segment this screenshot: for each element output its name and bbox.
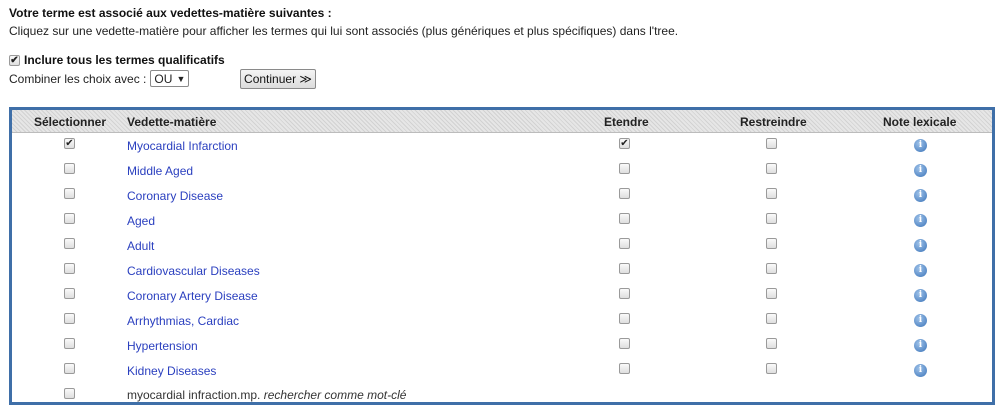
expand-checkbox[interactable] xyxy=(619,288,630,299)
expand-checkbox[interactable] xyxy=(619,163,630,174)
table-row: Myocardial Infarction i xyxy=(12,134,992,159)
table-row: Coronary Disease i xyxy=(12,184,992,209)
table-row: Middle Aged i xyxy=(12,159,992,184)
select-checkbox[interactable] xyxy=(64,138,75,149)
select-checkbox[interactable] xyxy=(64,188,75,199)
info-icon[interactable]: i xyxy=(914,264,927,277)
subject-heading-link[interactable]: Aged xyxy=(127,214,155,228)
chevron-down-icon: ▼ xyxy=(176,73,186,84)
restrict-checkbox[interactable] xyxy=(766,163,777,174)
info-icon[interactable]: i xyxy=(914,339,927,352)
column-header-select: Sélectionner xyxy=(34,115,107,129)
info-icon[interactable]: i xyxy=(914,189,927,202)
info-icon[interactable]: i xyxy=(914,364,927,377)
column-header-expand: Etendre xyxy=(604,115,649,129)
select-checkbox[interactable] xyxy=(64,263,75,274)
combine-label: Combiner les choix avec : xyxy=(9,71,147,86)
subject-heading-link[interactable]: Hypertension xyxy=(127,339,198,353)
select-checkbox[interactable] xyxy=(64,238,75,249)
restrict-checkbox[interactable] xyxy=(766,313,777,324)
column-header-scope-note: Note lexicale xyxy=(883,115,957,129)
subject-heading-link[interactable]: Adult xyxy=(127,239,154,253)
subject-heading-link[interactable]: Kidney Diseases xyxy=(127,364,216,378)
expand-checkbox[interactable] xyxy=(619,138,630,149)
table-row: Kidney Diseases i xyxy=(12,359,992,384)
select-checkbox[interactable] xyxy=(64,163,75,174)
info-icon[interactable]: i xyxy=(914,289,927,302)
table-row: Coronary Artery Disease i xyxy=(12,284,992,309)
page-instructions: Cliquez sur une vedette-matière pour aff… xyxy=(9,24,679,38)
table-row: Arrhythmias, Cardiac i xyxy=(12,309,992,334)
subject-heading-link[interactable]: Arrhythmias, Cardiac xyxy=(127,314,239,328)
subject-heading-link[interactable]: Middle Aged xyxy=(127,164,193,178)
include-qualifiers-option[interactable]: Inclure tous les termes qualificatifs xyxy=(9,53,225,67)
keyword-label[interactable]: rechercher comme mot-clé xyxy=(264,388,407,402)
restrict-checkbox[interactable] xyxy=(766,238,777,249)
expand-checkbox[interactable] xyxy=(619,238,630,249)
expand-checkbox[interactable] xyxy=(619,313,630,324)
subject-heading-link[interactable]: Coronary Disease xyxy=(127,189,223,203)
select-checkbox[interactable] xyxy=(64,213,75,224)
continue-button[interactable]: Continuer ≫ xyxy=(240,69,316,89)
table-row: Cardiovascular Diseases i xyxy=(12,259,992,284)
combine-select[interactable]: OU ▼ xyxy=(150,70,190,87)
keyword-select-checkbox[interactable] xyxy=(64,388,75,399)
subject-heading-link[interactable]: Myocardial Infarction xyxy=(127,139,238,153)
restrict-checkbox[interactable] xyxy=(766,213,777,224)
subject-headings-table: Sélectionner Vedette-matière Etendre Res… xyxy=(9,107,995,405)
restrict-checkbox[interactable] xyxy=(766,338,777,349)
info-icon[interactable]: i xyxy=(914,314,927,327)
table-header: Sélectionner Vedette-matière Etendre Res… xyxy=(12,110,992,133)
select-checkbox[interactable] xyxy=(64,288,75,299)
select-checkbox[interactable] xyxy=(64,338,75,349)
expand-checkbox[interactable] xyxy=(619,363,630,374)
subject-heading-link[interactable]: Coronary Artery Disease xyxy=(127,289,258,303)
expand-checkbox[interactable] xyxy=(619,263,630,274)
expand-checkbox[interactable] xyxy=(619,188,630,199)
restrict-checkbox[interactable] xyxy=(766,138,777,149)
column-header-restrict: Restreindre xyxy=(740,115,807,129)
keyword-row: myocardial infraction.mp. rechercher com… xyxy=(12,384,992,409)
keyword-query: myocardial infraction.mp. xyxy=(127,388,261,402)
combine-option: Combiner les choix avec : OU ▼ xyxy=(9,70,190,87)
table-row: Adult i xyxy=(12,234,992,259)
column-header-subject: Vedette-matière xyxy=(127,115,217,129)
info-icon[interactable]: i xyxy=(914,239,927,252)
restrict-checkbox[interactable] xyxy=(766,363,777,374)
keyword-text: myocardial infraction.mp. rechercher com… xyxy=(127,388,406,402)
restrict-checkbox[interactable] xyxy=(766,288,777,299)
info-icon[interactable]: i xyxy=(914,214,927,227)
select-checkbox[interactable] xyxy=(64,363,75,374)
page-title: Votre terme est associé aux vedettes-mat… xyxy=(9,6,332,20)
restrict-checkbox[interactable] xyxy=(766,263,777,274)
select-checkbox[interactable] xyxy=(64,313,75,324)
include-qualifiers-checkbox[interactable] xyxy=(9,54,20,66)
expand-checkbox[interactable] xyxy=(619,338,630,349)
info-icon[interactable]: i xyxy=(914,139,927,152)
combine-select-value: OU xyxy=(154,71,173,86)
restrict-checkbox[interactable] xyxy=(766,188,777,199)
expand-checkbox[interactable] xyxy=(619,213,630,224)
info-icon[interactable]: i xyxy=(914,164,927,177)
table-row: Hypertension i xyxy=(12,334,992,359)
include-qualifiers-label: Inclure tous les termes qualificatifs xyxy=(24,53,225,67)
table-row: Aged i xyxy=(12,209,992,234)
subject-heading-link[interactable]: Cardiovascular Diseases xyxy=(127,264,260,278)
